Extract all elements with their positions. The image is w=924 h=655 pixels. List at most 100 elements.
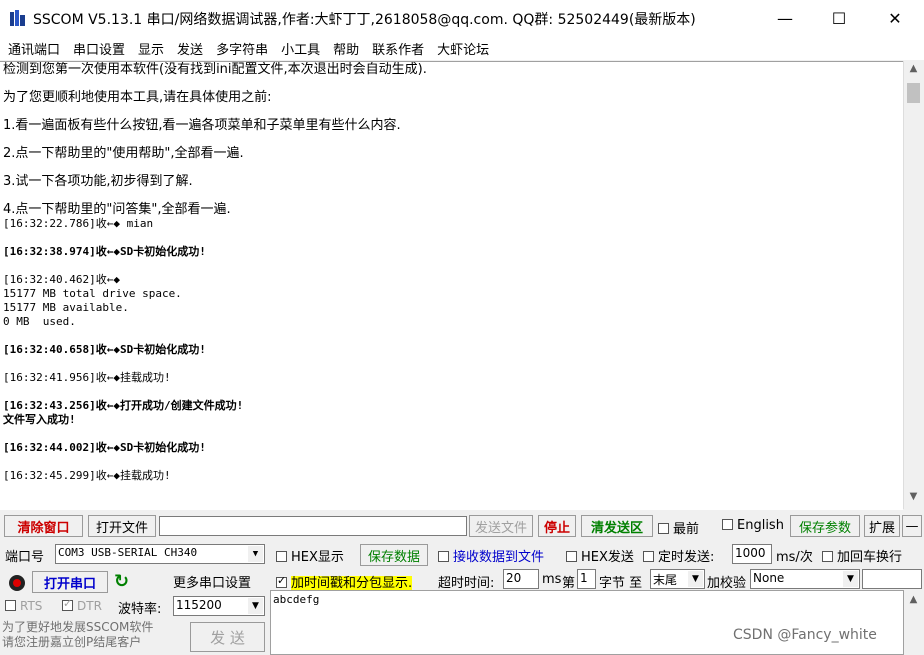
baud-label: 波特率: [118, 602, 162, 617]
minimize-button[interactable]: — [762, 0, 808, 36]
checksum-extra-field[interactable] [862, 569, 922, 589]
log-line: 文件写入成功! [3, 413, 76, 426]
chevron-down-icon: ▼ [248, 598, 263, 614]
save-params-button[interactable]: 保存参数 [790, 515, 860, 537]
baud-select[interactable]: 115200 ▼ [173, 596, 265, 616]
scroll-up-icon[interactable]: ▲ [904, 63, 923, 81]
byte-to-label: 字节 至 [599, 576, 643, 591]
port-label: 端口号 [5, 550, 45, 565]
log-line: [16:32:40.462]收←◆ [3, 273, 120, 286]
add-crlf-label: 加回车换行 [837, 550, 903, 565]
stop-button[interactable]: 停止 [538, 515, 576, 537]
maximize-button[interactable]: ☐ [816, 0, 862, 36]
rts-checkbox[interactable]: RTS [5, 599, 42, 613]
title-bar: SSCOM V5.13.1 串口/网络数据调试器,作者:大虾丁丁,2618058… [0, 0, 924, 36]
log-line: 15177 MB available. [3, 301, 129, 314]
timeout-unit: ms [542, 572, 562, 587]
timed-send-checkbox[interactable]: 定时发送: [643, 546, 714, 565]
log-line: [16:32:43.256]收←◆打开成功/创建文件成功! [3, 399, 244, 412]
menu-display[interactable]: 显示 [130, 39, 169, 58]
send-file-button[interactable]: 发送文件 [469, 515, 533, 537]
send-text: abcdefg [273, 593, 320, 606]
log-line: [16:32:40.658]收←◆SD卡初始化成功! [3, 343, 206, 356]
menu-serial-settings[interactable]: 串口设置 [65, 39, 130, 58]
log-line: [16:32:45.299]收←◆挂载成功! [3, 469, 171, 482]
port-value: COM3 USB-SERIAL CH340 [58, 546, 198, 559]
menu-forum[interactable]: 大虾论坛 [429, 39, 494, 58]
menu-bar: 通讯端口 串口设置 显示 发送 多字符串 小工具 帮助 联系作者 大虾论坛 [0, 36, 924, 60]
log-line: [16:32:41.956]收←◆挂载成功! [3, 371, 171, 384]
clear-window-button[interactable]: 清除窗口 [4, 515, 83, 537]
menu-contact-author[interactable]: 联系作者 [364, 39, 429, 58]
close-button[interactable]: ✕ [872, 0, 918, 36]
promo-text[interactable]: 为了更好地发展SSCOM软件 请您注册嘉立创P结尾客户 [2, 620, 153, 650]
promo-line: 为了更好地发展SSCOM软件 [2, 620, 154, 634]
checksum-value: None [753, 571, 785, 585]
open-file-button[interactable]: 打开文件 [88, 515, 156, 537]
log-line: [16:32:38.974]收←◆SD卡初始化成功! [3, 245, 206, 258]
more-settings-link[interactable]: 更多串口设置 [173, 572, 251, 591]
intro-line: 4.点一下帮助里的"问答集",全部看一遍. [3, 202, 231, 217]
timeout-input[interactable]: 20 [503, 569, 539, 589]
rts-label: RTS [20, 599, 43, 613]
dtr-label: DTR [77, 599, 102, 613]
receive-textarea[interactable]: 检测到您第一次使用本软件(没有找到ini配置文件,本次退出时会自动生成). 为了… [0, 61, 903, 510]
app-logo-icon [10, 10, 25, 26]
intro-line: 2.点一下帮助里的"使用帮助",全部看一遍. [3, 146, 244, 161]
watermark: CSDN @Fancy_white [733, 627, 877, 643]
open-port-button[interactable]: 打开串口 [32, 571, 108, 593]
intro-line: 1.看一遍面板有些什么按钮,看一遍各项菜单和子菜单里有些什么内容. [3, 118, 401, 133]
timestamp-label: 加时间戳和分包显示. [291, 576, 413, 591]
promo-line: 请您注册嘉立创P结尾客户 [2, 635, 142, 649]
timed-send-label: 定时发送: [658, 550, 715, 565]
expand-button[interactable]: 扩展 [864, 515, 900, 537]
checksum-select[interactable]: None ▼ [750, 569, 860, 589]
recv-to-file-label: 接收数据到文件 [453, 550, 545, 565]
save-data-button[interactable]: 保存数据 [360, 544, 428, 566]
port-status-icon [9, 575, 25, 591]
receive-scrollbar[interactable]: ▲ ▼ [903, 61, 923, 509]
port-select[interactable]: COM3 USB-SERIAL CH340 ▼ [55, 544, 265, 564]
log-line: 0 MB used. [3, 315, 76, 328]
end-select[interactable]: 末尾 ▼ [650, 569, 705, 589]
topmost-checkbox[interactable]: 最前 [658, 518, 699, 537]
log-line: [16:32:22.786]收←◆ mian [3, 217, 154, 230]
dtr-checkbox[interactable]: DTR [62, 597, 102, 613]
chevron-down-icon: ▼ [843, 571, 858, 587]
byte-index-input[interactable]: 1 [577, 569, 596, 589]
clear-send-button[interactable]: 清发送区 [581, 515, 653, 537]
end-value: 末尾 [653, 573, 678, 587]
scroll-up-icon[interactable]: ▲ [904, 594, 923, 612]
add-crlf-checkbox[interactable]: 加回车换行 [822, 546, 902, 565]
refresh-icon[interactable]: ↻ [114, 571, 129, 592]
menu-comm-port[interactable]: 通讯端口 [0, 39, 65, 58]
send-textarea[interactable]: abcdefg [270, 590, 904, 655]
send-button[interactable]: 发 送 [190, 622, 265, 652]
timeout-label: 超时时间: [438, 576, 495, 591]
scroll-down-icon[interactable]: ▼ [904, 491, 923, 509]
recv-to-file-checkbox[interactable]: 接收数据到文件 [438, 546, 544, 565]
baud-value: 115200 [176, 598, 222, 612]
menu-help[interactable]: 帮助 [325, 39, 364, 58]
collapse-button[interactable]: — [902, 515, 922, 537]
english-checkbox[interactable]: English [722, 518, 784, 533]
menu-send[interactable]: 发送 [169, 39, 208, 58]
checksum-label: 加校验 [707, 576, 747, 591]
log-line: [16:32:44.002]收←◆SD卡初始化成功! [3, 441, 206, 454]
send-scrollbar[interactable]: ▲ [904, 590, 922, 655]
menu-tools[interactable]: 小工具 [273, 39, 325, 58]
menu-multi-string[interactable]: 多字符串 [208, 39, 273, 58]
hex-send-label: HEX发送 [581, 550, 634, 565]
hex-display-checkbox[interactable]: HEX显示 [276, 546, 344, 565]
chevron-down-icon: ▼ [688, 571, 703, 587]
file-path-input[interactable] [159, 516, 467, 536]
interval-unit: ms/次 [776, 550, 813, 565]
timestamp-checkbox[interactable]: 加时间戳和分包显示. [276, 572, 413, 591]
hex-send-checkbox[interactable]: HEX发送 [566, 546, 634, 565]
chevron-down-icon: ▼ [248, 546, 263, 562]
hex-display-label: HEX显示 [291, 550, 344, 565]
scroll-thumb[interactable] [907, 83, 920, 103]
interval-input[interactable]: 1000 [732, 544, 772, 564]
intro-line: 检测到您第一次使用本软件(没有找到ini配置文件,本次退出时会自动生成). [3, 62, 427, 77]
log-line: 15177 MB total drive space. [3, 287, 182, 300]
